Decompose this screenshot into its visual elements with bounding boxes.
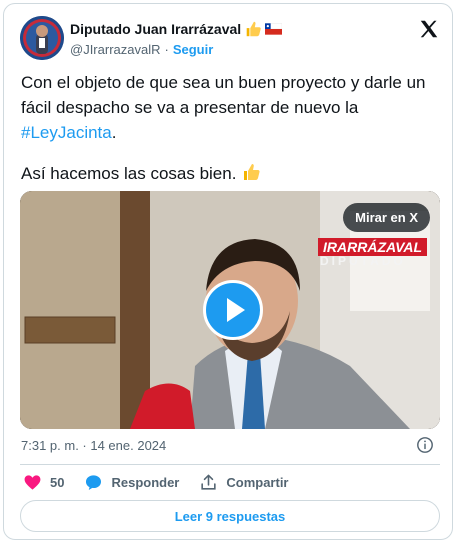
tweet-embed-card: Diputado Juan Irarrázaval @JIrarrazavalR…: [3, 3, 453, 540]
x-logo-icon[interactable]: [418, 18, 440, 40]
thumbs-up-icon: [244, 164, 260, 180]
reply-button[interactable]: Responder: [84, 473, 179, 492]
tweet-header: Diputado Juan Irarrázaval @JIrarrazavalR…: [20, 16, 440, 64]
share-button[interactable]: Compartir: [199, 473, 289, 492]
author-handle-row: @JIrarrazavalR · Seguir: [70, 42, 213, 57]
read-replies-button[interactable]: Leer 9 respuestas: [20, 500, 440, 532]
play-icon: [227, 298, 245, 322]
like-count: 50: [50, 475, 65, 490]
tweet-text-line2: Así hacemos las cosas bien.: [21, 164, 242, 183]
overlay-subtitle: DIPUTADO: [320, 254, 406, 268]
author-handle[interactable]: @JIrarrazavalR: [70, 42, 161, 57]
tweet-timestamp[interactable]: 7:31 p. m. · 14 ene. 2024: [21, 438, 166, 453]
author-name-row: Diputado Juan Irarrázaval: [70, 20, 283, 38]
tweet-text-period: .: [111, 123, 117, 142]
separator-dot: ·: [164, 42, 169, 57]
watch-on-x-button[interactable]: Mirar en X: [343, 203, 430, 232]
info-icon[interactable]: [416, 436, 434, 454]
tweet-text-line1: Con el objeto de que sea un buen proyect…: [21, 73, 431, 117]
play-button[interactable]: [203, 280, 263, 340]
follow-button[interactable]: Seguir: [173, 42, 213, 57]
video-player[interactable]: IRARRÁZAVAL DIPUTADO Mirar en X: [20, 191, 440, 429]
thumbs-up-icon: [246, 21, 261, 37]
like-button[interactable]: 50: [23, 473, 64, 492]
author-display-name[interactable]: Diputado Juan Irarrázaval: [70, 21, 241, 37]
chile-flag-icon: [265, 23, 283, 35]
share-label: Compartir: [226, 475, 289, 490]
divider: [20, 464, 440, 465]
avatar[interactable]: [20, 16, 64, 60]
tweet-text: Con el objeto de que sea un buen proyect…: [21, 70, 441, 186]
hashtag-link[interactable]: #LeyJacinta: [21, 123, 112, 142]
reply-label: Responder: [111, 475, 180, 490]
action-bar: 50 Responder Compartir: [23, 473, 309, 492]
share-icon: [201, 474, 216, 490]
heart-icon: [24, 475, 41, 490]
reply-bubble-icon: [86, 475, 102, 491]
